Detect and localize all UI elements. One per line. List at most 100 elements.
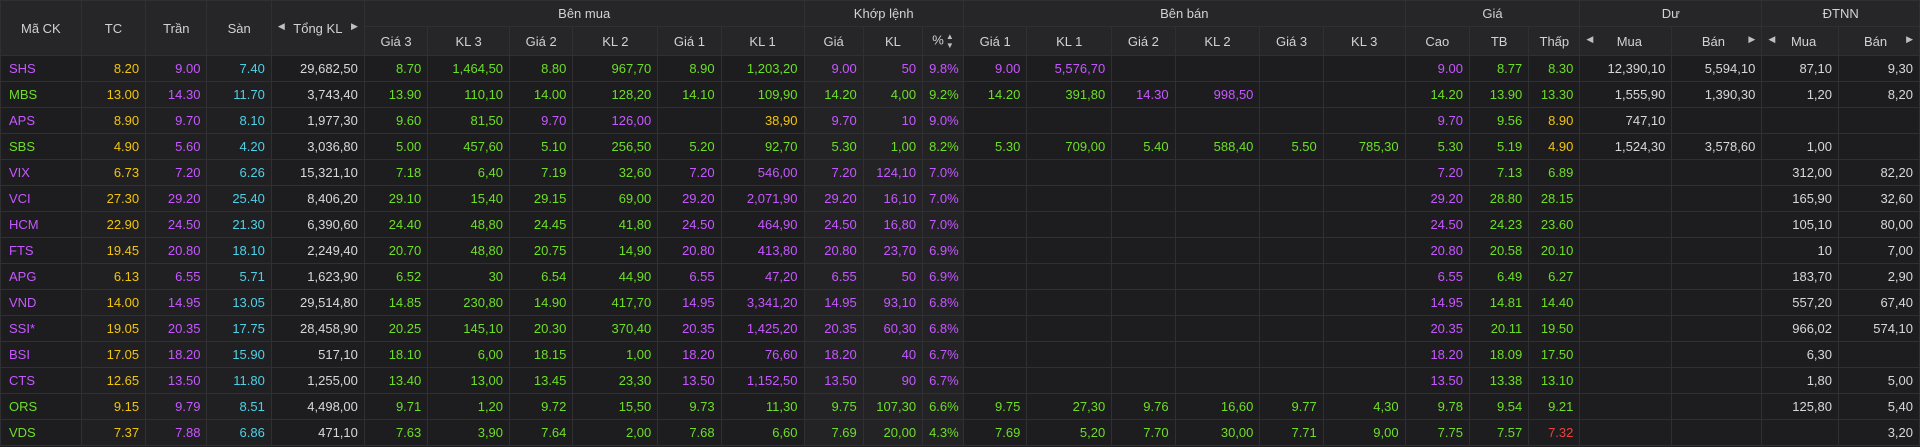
sell-gia3-cell[interactable]: 7.71 <box>1259 419 1324 446</box>
buy-kl3-cell[interactable]: 3,90 <box>427 419 511 446</box>
buy-gia3-cell[interactable]: 20.70 <box>363 237 429 264</box>
sell-gia3-cell[interactable] <box>1259 159 1324 186</box>
sell-gia2-cell[interactable] <box>1111 367 1176 394</box>
buy-kl2-cell[interactable]: 15,50 <box>572 393 659 420</box>
sell-kl1-cell[interactable] <box>1026 159 1113 186</box>
sell-kl2-cell[interactable] <box>1174 263 1261 290</box>
buy-gia2-cell[interactable]: 9.72 <box>509 393 574 420</box>
sell-gia3-cell[interactable] <box>1259 315 1324 342</box>
sell-kl3-cell[interactable] <box>1322 107 1406 134</box>
caret-right-icon[interactable]: ▶ <box>1748 34 1755 45</box>
buy-kl1-cell[interactable]: 109,90 <box>720 81 805 108</box>
symbol-cell[interactable]: ORS <box>0 393 82 420</box>
sell-kl1-cell[interactable] <box>1026 315 1113 342</box>
sell-kl3-cell[interactable] <box>1322 211 1406 238</box>
sell-kl2-cell[interactable]: 30,00 <box>1174 419 1261 446</box>
sell-kl2-cell[interactable] <box>1174 367 1261 394</box>
sell-kl3-cell[interactable] <box>1322 185 1406 212</box>
table-row[interactable]: BSI 17.05 18.20 15.90 517,10 18.10 6,00 18.15 1,… <box>0 341 1920 368</box>
buy-kl2-cell[interactable]: 370,40 <box>572 315 659 342</box>
col-buy-kl1[interactable]: KL 1 <box>720 26 805 56</box>
buy-kl2-cell[interactable]: 69,00 <box>572 185 659 212</box>
buy-kl3-cell[interactable]: 6,00 <box>427 341 511 368</box>
col-match-kl[interactable]: KL <box>862 26 924 56</box>
sell-kl1-cell[interactable]: 709,00 <box>1026 133 1113 160</box>
table-row[interactable]: VIX 6.73 7.20 6.26 15,321,10 7.18 6,40 7.19 32,6… <box>0 159 1920 186</box>
sell-gia1-cell[interactable] <box>962 211 1028 238</box>
sell-gia1-cell[interactable] <box>962 315 1028 342</box>
sell-kl1-cell[interactable] <box>1026 263 1113 290</box>
sell-gia2-cell[interactable] <box>1111 185 1176 212</box>
buy-gia3-cell[interactable]: 20.25 <box>363 315 429 342</box>
sell-kl1-cell[interactable]: 5,20 <box>1026 419 1113 446</box>
sell-kl3-cell[interactable] <box>1322 367 1406 394</box>
buy-gia3-cell[interactable]: 8.70 <box>363 55 429 82</box>
table-row[interactable]: ORS 9.15 9.79 8.51 4,498,00 9.71 1,20 9.72 15,50… <box>0 393 1920 420</box>
buy-gia1-cell[interactable]: 14.95 <box>657 289 722 316</box>
buy-gia1-cell[interactable]: 7.20 <box>657 159 722 186</box>
sell-kl3-cell[interactable]: 785,30 <box>1322 133 1406 160</box>
sell-kl1-cell[interactable]: 27,30 <box>1026 393 1113 420</box>
col-buy-gia3[interactable]: Giá 3 <box>363 26 429 56</box>
sell-gia3-cell[interactable] <box>1259 211 1324 238</box>
sell-kl1-cell[interactable] <box>1026 237 1113 264</box>
buy-gia3-cell[interactable]: 9.71 <box>363 393 429 420</box>
buy-gia2-cell[interactable]: 18.15 <box>509 341 574 368</box>
caret-left-icon[interactable]: ◀ <box>278 21 285 32</box>
sell-kl3-cell[interactable] <box>1322 237 1406 264</box>
buy-kl1-cell[interactable]: 47,20 <box>720 263 805 290</box>
col-du-ban[interactable]: Bán ▶ <box>1671 26 1763 56</box>
col-tc[interactable]: TC <box>80 0 147 56</box>
buy-kl3-cell[interactable]: 230,80 <box>427 289 511 316</box>
sell-kl1-cell[interactable]: 5,576,70 <box>1026 55 1113 82</box>
sell-kl3-cell[interactable]: 9,00 <box>1322 419 1406 446</box>
buy-kl3-cell[interactable]: 48,80 <box>427 211 511 238</box>
sell-kl3-cell[interactable] <box>1322 289 1406 316</box>
buy-gia3-cell[interactable]: 13.40 <box>363 367 429 394</box>
col-du-mua[interactable]: ◀ Mua <box>1579 26 1673 56</box>
buy-kl2-cell[interactable]: 44,90 <box>572 263 659 290</box>
buy-gia2-cell[interactable]: 8.80 <box>509 55 574 82</box>
buy-kl3-cell[interactable]: 13,00 <box>427 367 511 394</box>
buy-kl3-cell[interactable]: 457,60 <box>427 133 511 160</box>
sell-gia1-cell[interactable] <box>962 185 1028 212</box>
buy-gia3-cell[interactable]: 7.18 <box>363 159 429 186</box>
sell-gia2-cell[interactable] <box>1111 289 1176 316</box>
buy-kl1-cell[interactable]: 413,80 <box>720 237 805 264</box>
buy-kl1-cell[interactable]: 92,70 <box>720 133 805 160</box>
col-sell-kl2[interactable]: KL 2 <box>1174 26 1261 56</box>
buy-kl3-cell[interactable]: 6,40 <box>427 159 511 186</box>
sell-kl2-cell[interactable] <box>1174 315 1261 342</box>
sell-kl2-cell[interactable] <box>1174 107 1261 134</box>
buy-gia2-cell[interactable]: 14.00 <box>509 81 574 108</box>
sell-gia3-cell[interactable]: 5.50 <box>1259 133 1324 160</box>
table-row[interactable]: FTS 19.45 20.80 18.10 2,249,40 20.70 48,80 20.7… <box>0 237 1920 264</box>
symbol-cell[interactable]: SSI* <box>0 315 82 342</box>
sell-kl1-cell[interactable]: 391,80 <box>1026 81 1113 108</box>
table-row[interactable]: HCM 22.90 24.50 21.30 6,390,60 24.40 48,80 24.4… <box>0 211 1920 238</box>
table-row[interactable]: VDS 7.37 7.88 6.86 471,10 7.63 3,90 7.64 2,00 7.6… <box>0 419 1920 446</box>
table-row[interactable]: CTS 12.65 13.50 11.80 1,255,00 13.40 13,00 13.4… <box>0 367 1920 394</box>
symbol-cell[interactable]: HCM <box>0 211 82 238</box>
buy-kl1-cell[interactable]: 1,152,50 <box>720 367 805 394</box>
symbol-cell[interactable]: VND <box>0 289 82 316</box>
symbol-cell[interactable]: FTS <box>0 237 82 264</box>
sell-kl3-cell[interactable]: 4,30 <box>1322 393 1406 420</box>
buy-gia3-cell[interactable]: 29.10 <box>363 185 429 212</box>
sell-kl2-cell[interactable] <box>1174 185 1261 212</box>
buy-kl2-cell[interactable]: 1,00 <box>572 341 659 368</box>
symbol-cell[interactable]: CTS <box>0 367 82 394</box>
sell-gia2-cell[interactable] <box>1111 315 1176 342</box>
table-row[interactable]: MBS 13.00 14.30 11.70 3,743,40 13.90 110,10 14.… <box>0 81 1920 108</box>
buy-kl1-cell[interactable]: 38,90 <box>720 107 805 134</box>
buy-gia2-cell[interactable]: 13.45 <box>509 367 574 394</box>
buy-gia1-cell[interactable] <box>657 107 722 134</box>
symbol-cell[interactable]: APG <box>0 263 82 290</box>
buy-gia1-cell[interactable]: 6.55 <box>657 263 722 290</box>
buy-kl2-cell[interactable]: 23,30 <box>572 367 659 394</box>
sell-gia3-cell[interactable] <box>1259 341 1324 368</box>
buy-gia1-cell[interactable]: 18.20 <box>657 341 722 368</box>
symbol-cell[interactable]: BSI <box>0 341 82 368</box>
buy-gia2-cell[interactable]: 20.30 <box>509 315 574 342</box>
buy-kl2-cell[interactable]: 417,70 <box>572 289 659 316</box>
